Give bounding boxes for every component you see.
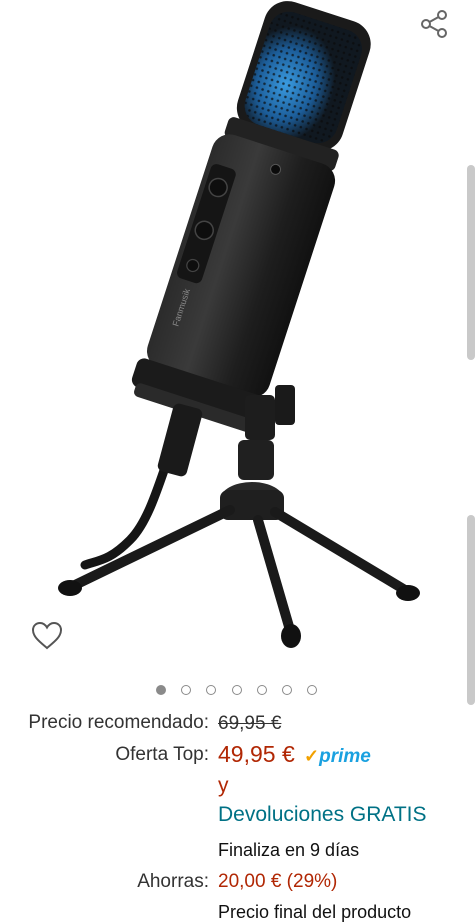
carousel-dot-5[interactable] [257, 685, 267, 695]
offer-price: 49,95 € [218, 741, 295, 767]
savings-label: Ahorras: [137, 871, 209, 892]
prime-check-icon: ✓ [304, 746, 320, 766]
carousel-dot-7[interactable] [307, 685, 317, 695]
final-price-note: Precio final del producto [218, 902, 412, 922]
carousel-dot-1[interactable] [156, 685, 166, 695]
carousel-dot-2[interactable] [181, 685, 191, 695]
carousel-dot-6[interactable] [282, 685, 292, 695]
savings-value: 20,00 € (29%) [218, 871, 338, 892]
scroll-handle-bottom[interactable] [467, 515, 475, 705]
carousel-dots [0, 683, 475, 699]
offer-price-row: 49,95 € ✓prime [218, 742, 371, 769]
and-text: y [218, 774, 229, 797]
carousel-dot-3[interactable] [206, 685, 216, 695]
recommended-price-value: 69,95 € [218, 713, 282, 734]
prime-logo: prime [319, 746, 371, 767]
prime-badge: ✓prime [304, 746, 371, 767]
offer-label: Oferta Top: [115, 744, 209, 765]
microphone-image: Fanmusik [58, 1, 420, 648]
heart-icon[interactable] [30, 620, 64, 652]
share-icon[interactable] [416, 6, 452, 42]
free-returns-link[interactable]: Devoluciones GRATIS [218, 803, 427, 827]
product-image-gallery[interactable]: Fanmusik [0, 0, 475, 705]
recommended-price-label: Precio recomendado: [28, 712, 209, 733]
scroll-handle-top[interactable] [467, 165, 475, 360]
carousel-dot-4[interactable] [232, 685, 242, 695]
deal-ends-text: Finaliza en 9 días [218, 840, 360, 860]
